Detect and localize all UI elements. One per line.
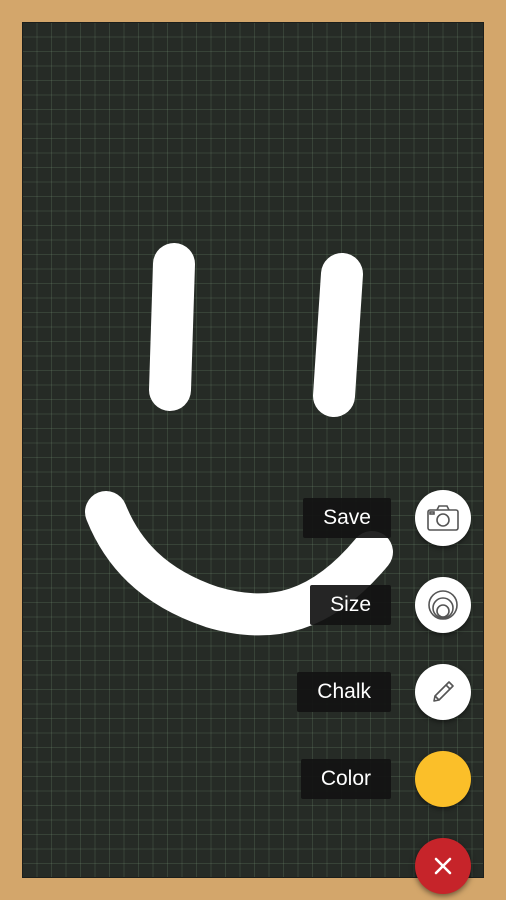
color-label[interactable]: Color: [300, 759, 391, 799]
save-action[interactable]: Save: [303, 490, 471, 546]
save-button[interactable]: [415, 490, 471, 546]
size-rings-icon: [428, 590, 458, 620]
size-action[interactable]: Size: [310, 577, 471, 633]
chalk-stroke-left-eye: [149, 243, 195, 411]
close-icon: [434, 857, 452, 875]
save-label[interactable]: Save: [303, 498, 391, 538]
close-button[interactable]: [415, 838, 471, 894]
size-button[interactable]: [415, 577, 471, 633]
size-label[interactable]: Size: [310, 585, 391, 625]
pencil-icon: [433, 681, 454, 702]
camera-icon: [427, 505, 459, 531]
chalk-drawing: [85, 243, 393, 636]
chalk-button[interactable]: [415, 664, 471, 720]
color-action[interactable]: Color: [300, 751, 471, 807]
chalkboard-canvas[interactable]: [22, 22, 484, 878]
chalk-action[interactable]: Chalk: [297, 664, 471, 720]
chalk-stroke-right-eye: [313, 253, 363, 417]
chalk-label[interactable]: Chalk: [297, 672, 391, 712]
color-swatch-icon[interactable]: [415, 751, 471, 807]
